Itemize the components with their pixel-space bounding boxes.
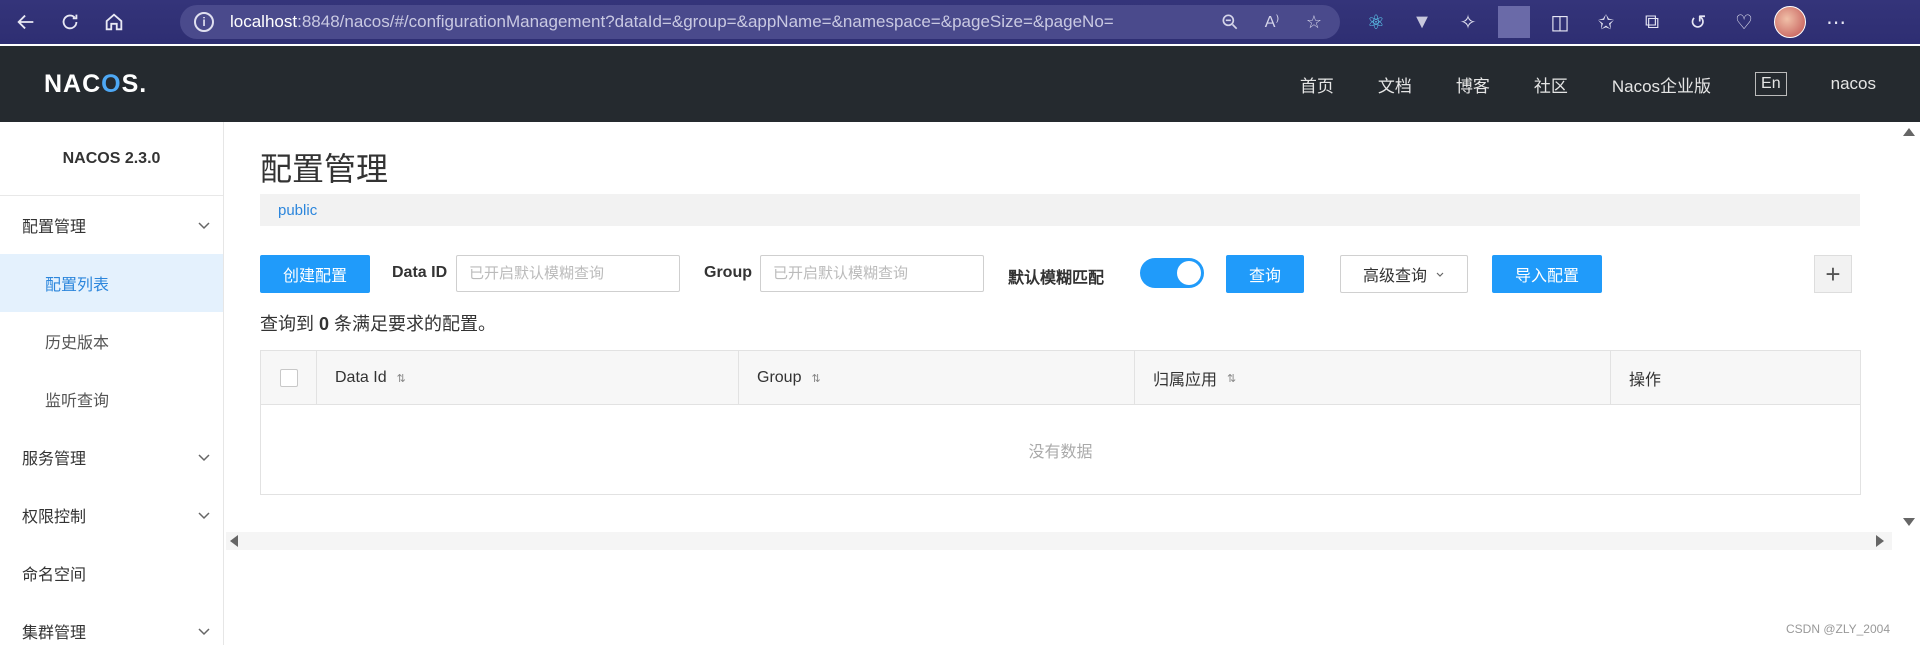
- namespace-link[interactable]: public: [278, 202, 317, 219]
- scroll-right-icon[interactable]: [1876, 535, 1884, 547]
- app-header: NACOS. 首页 文档 博客 社区 Nacos企业版 En nacos: [0, 46, 1920, 122]
- fuzzy-match-label: 默认模糊匹配: [1008, 270, 1105, 287]
- result-count: 0: [319, 314, 330, 334]
- vertical-scrollbar[interactable]: [1898, 122, 1920, 532]
- column-app[interactable]: 归属应用 ⇅: [1135, 351, 1611, 405]
- zoom-icon[interactable]: [1218, 10, 1242, 34]
- nav-community[interactable]: 社区: [1534, 72, 1568, 97]
- favorites-icon[interactable]: ✩: [1590, 6, 1622, 38]
- scroll-up-icon[interactable]: [1903, 128, 1915, 136]
- url-text: localhost:8848/nacos/#/configurationMana…: [230, 12, 1114, 31]
- nav-docs[interactable]: 文档: [1378, 72, 1412, 97]
- advanced-query-button[interactable]: 高级查询: [1340, 255, 1468, 293]
- select-all-checkbox[interactable]: [280, 369, 298, 387]
- column-actions: 操作: [1611, 351, 1860, 405]
- nav-blog[interactable]: 博客: [1456, 72, 1490, 97]
- advanced-query-label: 高级查询: [1362, 268, 1427, 285]
- sidebar-item-config-list[interactable]: 配置列表: [0, 254, 223, 312]
- read-aloud-icon[interactable]: A⁾: [1260, 10, 1284, 34]
- scroll-left-icon[interactable]: [230, 535, 238, 547]
- sidebar-item-listener-query[interactable]: 监听查询: [0, 370, 223, 428]
- home-icon[interactable]: [96, 4, 132, 40]
- favorite-star-icon[interactable]: ☆: [1302, 10, 1326, 34]
- sidebar-item-history[interactable]: 历史版本: [0, 312, 223, 370]
- sidebar-item-label: 权限控制: [22, 509, 87, 526]
- refresh-icon[interactable]: [52, 4, 88, 40]
- health-icon[interactable]: ♡: [1728, 6, 1760, 38]
- column-group[interactable]: Group ⇅: [739, 351, 1135, 405]
- empty-state: 没有数据: [1028, 444, 1093, 461]
- collections-icon[interactable]: ⧉: [1636, 6, 1668, 38]
- create-config-button[interactable]: 创建配置: [260, 255, 370, 293]
- column-label: 操作: [1629, 372, 1662, 389]
- nacos-logo[interactable]: NACOS.: [44, 70, 147, 99]
- info-icon[interactable]: i: [194, 12, 214, 32]
- react-devtools-icon[interactable]: ⚛: [1360, 6, 1392, 38]
- nav-enterprise[interactable]: Nacos企业版: [1612, 72, 1711, 97]
- chevron-down-icon: [198, 512, 210, 520]
- sidebar-item-label: 配置管理: [22, 219, 87, 236]
- sidebar-item-permission[interactable]: 权限控制: [0, 486, 223, 544]
- divider: [1498, 6, 1530, 38]
- history-icon[interactable]: ↺: [1682, 6, 1714, 38]
- data-id-label: Data ID: [392, 264, 448, 281]
- table-header: Data Id ⇅ Group ⇅ 归属应用 ⇅ 操作: [261, 351, 1860, 405]
- column-label: Data Id: [335, 369, 387, 386]
- sidebar-item-cluster[interactable]: 集群管理: [0, 602, 223, 660]
- column-data-id[interactable]: Data Id ⇅: [317, 351, 739, 405]
- split-screen-icon[interactable]: ◫: [1544, 6, 1576, 38]
- top-nav: 首页 文档 博客 社区 Nacos企业版 En nacos: [1256, 46, 1876, 122]
- chevron-down-icon: [198, 454, 210, 462]
- search-toolbar: 创建配置 Data ID Group 默认模糊匹配 查询 高级查询 导入配置 +: [260, 255, 1860, 293]
- result-prefix: 查询到: [260, 314, 314, 334]
- sidebar-item-config-management[interactable]: 配置管理: [0, 196, 223, 254]
- result-suffix: 条满足要求的配置。: [334, 314, 497, 334]
- avatar[interactable]: [1774, 6, 1806, 38]
- sidebar-item-namespace[interactable]: 命名空间: [0, 544, 223, 602]
- sidebar-item-service-management[interactable]: 服务管理: [0, 428, 223, 486]
- extensions-icon[interactable]: ✧: [1452, 6, 1484, 38]
- sort-icon[interactable]: ⇅: [397, 372, 406, 385]
- more-icon[interactable]: ⋯: [1820, 6, 1852, 38]
- sidebar-item-label: 监听查询: [45, 393, 110, 410]
- fuzzy-match-toggle[interactable]: [1140, 258, 1204, 288]
- sort-icon[interactable]: ⇅: [1227, 372, 1236, 385]
- user-menu[interactable]: nacos: [1831, 74, 1876, 94]
- select-all-cell: [261, 351, 317, 405]
- scroll-down-icon[interactable]: [1903, 518, 1915, 526]
- address-bar[interactable]: i localhost:8848/nacos/#/configurationMa…: [180, 5, 1340, 39]
- namespace-bar: public: [260, 194, 1860, 226]
- sidebar-item-label: 配置列表: [45, 277, 110, 294]
- config-table: Data Id ⇅ Group ⇅ 归属应用 ⇅ 操作 没有数据: [260, 350, 1861, 495]
- language-switch[interactable]: En: [1755, 72, 1787, 96]
- sidebar-item-label: 集群管理: [22, 625, 87, 642]
- sidebar-item-label: 命名空间: [22, 567, 87, 584]
- sidebar-item-label: 历史版本: [45, 335, 110, 352]
- column-label: 归属应用: [1153, 372, 1218, 389]
- add-icon[interactable]: +: [1814, 255, 1852, 293]
- vue-devtools-icon[interactable]: ▼: [1406, 6, 1438, 38]
- column-label: Group: [757, 369, 802, 386]
- chevron-down-icon: [198, 628, 210, 636]
- version-label: NACOS 2.3.0: [0, 122, 223, 196]
- result-summary: 查询到 0 条满足要求的配置。: [260, 310, 496, 336]
- data-id-input[interactable]: [456, 255, 680, 292]
- sidebar-item-label: 服务管理: [22, 451, 87, 468]
- browser-toolbar: i localhost:8848/nacos/#/configurationMa…: [0, 0, 1920, 44]
- sidebar: NACOS 2.3.0 配置管理 配置列表 历史版本 监听查询 服务管理 权限控…: [0, 122, 224, 645]
- watermark: CSDN @ZLY_2004: [1785, 622, 1890, 636]
- page-title: 配置管理: [260, 151, 389, 187]
- chevron-down-icon: [198, 222, 210, 230]
- import-config-button[interactable]: 导入配置: [1492, 255, 1602, 293]
- query-button[interactable]: 查询: [1226, 255, 1304, 293]
- group-input[interactable]: [760, 255, 984, 292]
- group-label: Group: [704, 264, 752, 281]
- main-content: 配置管理 public 创建配置 Data ID Group 默认模糊匹配 查询…: [224, 122, 1900, 645]
- horizontal-scrollbar[interactable]: [226, 532, 1892, 550]
- sort-icon[interactable]: ⇅: [811, 372, 820, 385]
- back-icon[interactable]: [8, 4, 44, 40]
- toggle-knob: [1177, 261, 1201, 285]
- nav-home[interactable]: 首页: [1300, 72, 1334, 97]
- chevron-down-icon: [1436, 272, 1444, 277]
